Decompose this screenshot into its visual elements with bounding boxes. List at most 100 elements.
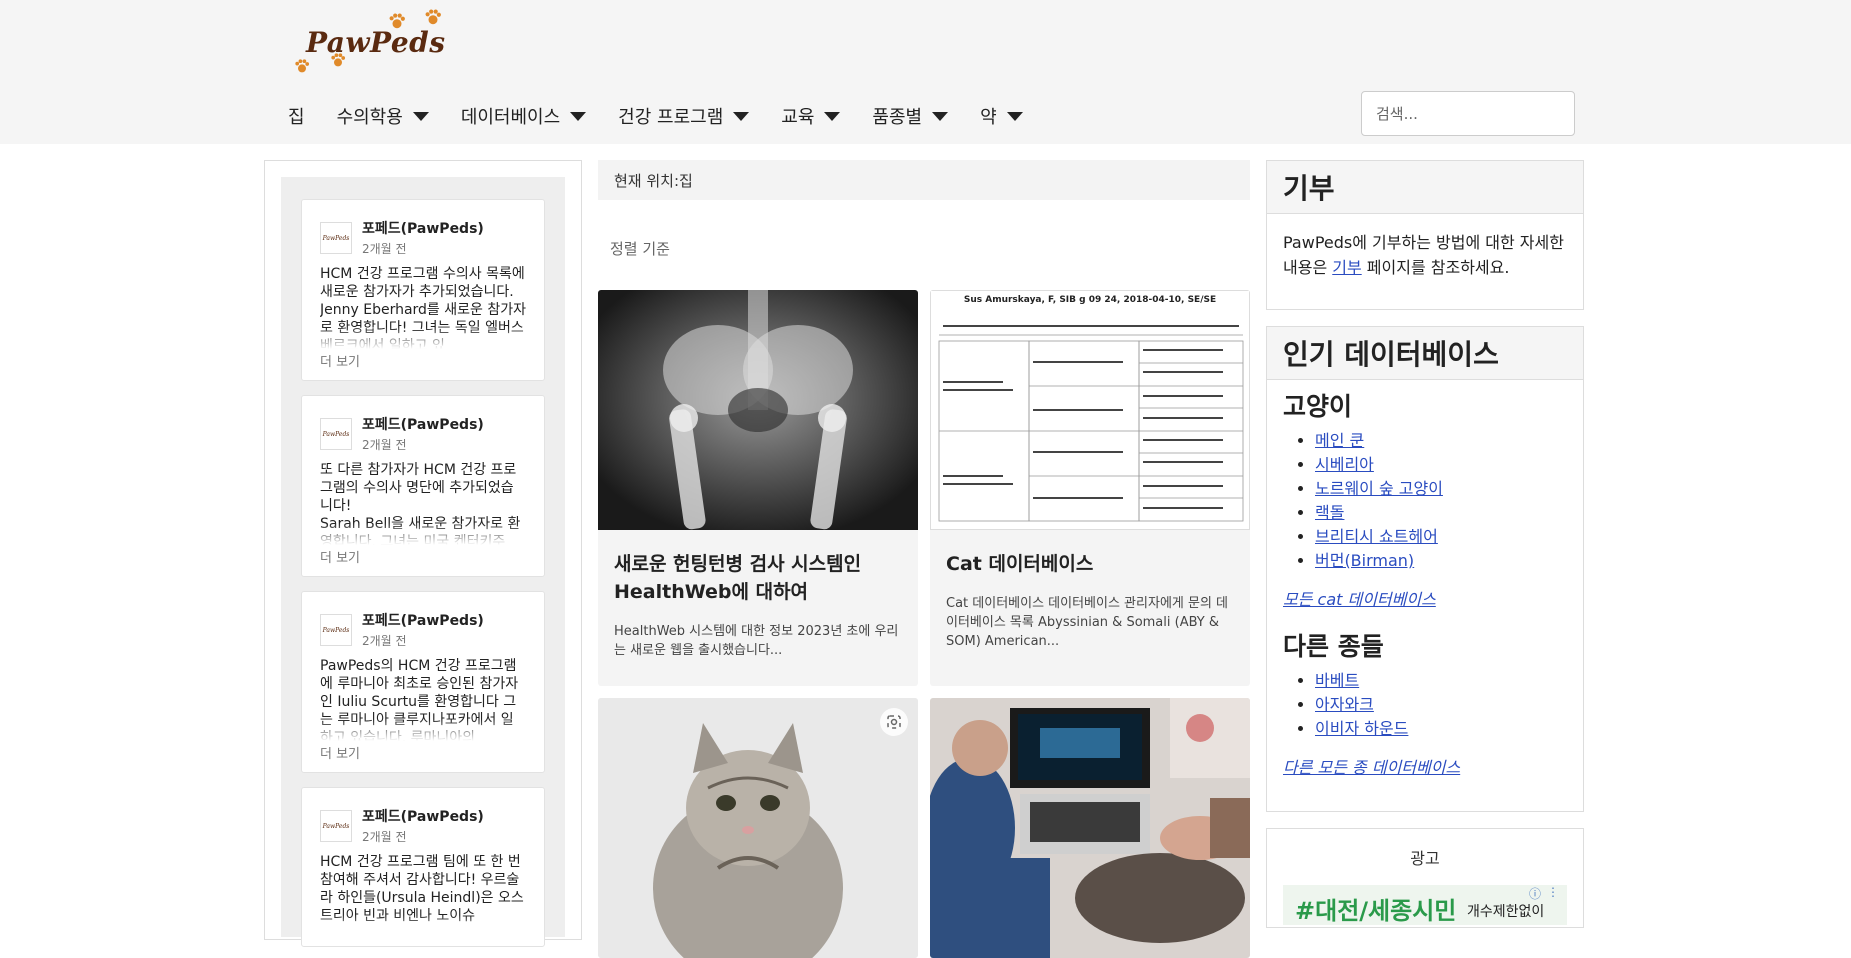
db-link-ibizan-hound[interactable]: 이비자 하운드 xyxy=(1315,719,1408,738)
post-header: PawPeds 포페드(PawPeds) 2개월 전 xyxy=(320,610,526,649)
db-link-barbet[interactable]: 바베트 xyxy=(1315,671,1359,690)
donate-box: 기부 PawPeds에 기부하는 방법에 대한 자세한 내용은 기부 페이지를 … xyxy=(1266,160,1584,310)
db-link-norwegian-forest[interactable]: 노르웨이 숲 고양이 xyxy=(1315,479,1443,498)
site-header: PawPeds 집 수의학용 데이터베이스 건강 프로그램 교육 품종별 약 xyxy=(0,0,1851,144)
list-item: 바베트 xyxy=(1315,669,1567,693)
post-header: PawPeds 포페드(PawPeds) 2개월 전 xyxy=(320,414,526,453)
breadcrumb: 현재 위치:집 xyxy=(598,160,1250,200)
read-more-link[interactable]: 더 보기 xyxy=(320,547,526,566)
list-item: 시베리아 xyxy=(1315,453,1567,477)
all-cat-databases-link[interactable]: 모든 cat 데이터베이스 xyxy=(1283,587,1567,612)
post-time[interactable]: 2개월 전 xyxy=(362,240,484,257)
ultrasound-illustration xyxy=(930,698,1250,958)
ultrasound-image[interactable] xyxy=(930,698,1250,958)
avatar[interactable]: PawPeds xyxy=(320,810,352,842)
kitten-image[interactable] xyxy=(598,698,918,958)
sort-label[interactable]: 정렬 기준 xyxy=(610,238,670,259)
read-more-link[interactable]: 더 보기 xyxy=(320,351,526,370)
main-nav: 집 수의학용 데이터베이스 건강 프로그램 교육 품종별 약 xyxy=(288,100,1055,132)
donate-title: 기부 xyxy=(1267,161,1583,214)
avatar[interactable]: PawPeds xyxy=(320,614,352,646)
post-author[interactable]: 포페드(PawPeds) xyxy=(362,414,484,434)
nav-item-veterinary[interactable]: 수의학용 xyxy=(337,103,429,129)
post-author[interactable]: 포페드(PawPeds) xyxy=(362,806,484,826)
other-database-list: 바베트 아자와크 이비자 하운드 xyxy=(1283,669,1567,741)
pedigree-table xyxy=(938,325,1244,522)
pedigree-heading: Sus Amurskaya, F, SIB g 09 24, 2018-04-1… xyxy=(963,295,1217,305)
ad-banner-subtext: 개수제한없이 xyxy=(1467,904,1545,920)
ad-box: 광고 #대전/세종시민 개수제한없이 ⓘ ⋮ xyxy=(1266,828,1584,928)
db-link-ragdoll[interactable]: 랙돌 xyxy=(1315,503,1344,522)
list-item: 아자와크 xyxy=(1315,693,1567,717)
nav-item-databases[interactable]: 데이터베이스 xyxy=(461,103,587,129)
feed-post[interactable]: PawPeds 포페드(PawPeds) 2개월 전 HCM 건강 프로그램 수… xyxy=(301,199,545,381)
caret-down-icon xyxy=(570,111,587,121)
post-text: 또 다른 참가자가 HCM 건강 프로그램의 수의사 명단에 추가되었습니다! … xyxy=(320,461,526,545)
kitten-illustration xyxy=(598,698,918,958)
caret-down-icon xyxy=(412,111,429,121)
post-time[interactable]: 2개월 전 xyxy=(362,436,484,453)
article-card[interactable]: 새로운 헌팅턴병 검사 시스템인 HealthWeb에 대하여 HealthWe… xyxy=(598,290,918,686)
post-author[interactable]: 포페드(PawPeds) xyxy=(362,218,484,238)
db-link-birman[interactable]: 버먼(Birman) xyxy=(1315,551,1414,570)
caret-down-icon xyxy=(932,111,949,121)
feed-post[interactable]: PawPeds 포페드(PawPeds) 2개월 전 HCM 건강 프로그램 팀… xyxy=(301,787,545,947)
social-feed-panel: PawPeds 포페드(PawPeds) 2개월 전 HCM 건강 프로그램 수… xyxy=(264,160,582,947)
list-item: 랙돌 xyxy=(1315,501,1567,525)
donate-link[interactable]: 기부 xyxy=(1332,258,1361,277)
db-link-maine-coon[interactable]: 메인 쿤 xyxy=(1315,431,1364,450)
read-more-link[interactable]: 더 보기 xyxy=(320,743,526,762)
cats-heading: 고양이 xyxy=(1283,392,1353,421)
db-link-azawakh[interactable]: 아자와크 xyxy=(1315,695,1374,714)
db-link-siberian[interactable]: 시베리아 xyxy=(1315,455,1374,474)
post-header: PawPeds 포페드(PawPeds) 2개월 전 xyxy=(320,806,526,845)
pedigree-image[interactable]: Sus Amurskaya, F, SIB g 09 24, 2018-04-1… xyxy=(930,290,1250,530)
avatar[interactable]: PawPeds xyxy=(320,222,352,254)
card-title[interactable]: 새로운 헌팅턴병 검사 시스템인 HealthWeb에 대하여 xyxy=(598,530,918,606)
list-item: 이비자 하운드 xyxy=(1315,717,1567,741)
card-title[interactable]: Cat 데이터베이스 xyxy=(930,530,1250,578)
caret-down-icon xyxy=(733,111,750,121)
paw-icon xyxy=(295,59,310,73)
list-item: 메인 쿤 xyxy=(1315,429,1567,453)
search-input[interactable] xyxy=(1361,91,1575,136)
feed-post[interactable]: PawPeds 포페드(PawPeds) 2개월 전 PawPeds의 HCM … xyxy=(301,591,545,773)
list-item: 브리티시 쇼트헤어 xyxy=(1315,525,1567,549)
site-logo[interactable]: PawPeds xyxy=(290,8,450,80)
card-excerpt: Cat 데이터베이스 데이터베이스 관리자에게 문의 데이터베이스 목록 Aby… xyxy=(946,596,1229,649)
post-author[interactable]: 포페드(PawPeds) xyxy=(362,610,484,630)
nav-item-education[interactable]: 교육 xyxy=(781,103,841,129)
article-card[interactable]: Sus Amurskaya, F, SIB g 09 24, 2018-04-1… xyxy=(930,290,1250,686)
popular-databases-box: 인기 데이터베이스 고양이 메인 쿤 시베리아 노르웨이 숲 고양이 랙돌 브리… xyxy=(1266,326,1584,812)
nav-item-home[interactable]: 집 xyxy=(288,103,305,129)
ad-label: 광고 xyxy=(1410,849,1440,868)
ad-info-icon[interactable]: ⓘ xyxy=(1529,885,1541,902)
all-other-databases-link[interactable]: 다른 모든 종 데이터베이스 xyxy=(1283,755,1567,780)
cat-database-list: 메인 쿤 시베리아 노르웨이 숲 고양이 랙돌 브리티시 쇼트헤어 버먼(Bir… xyxy=(1283,429,1567,573)
article-card[interactable] xyxy=(598,698,918,958)
nav-item-medicine[interactable]: 약 xyxy=(980,103,1023,129)
feed-container[interactable]: PawPeds 포페드(PawPeds) 2개월 전 HCM 건강 프로그램 수… xyxy=(281,177,565,947)
article-card[interactable] xyxy=(930,698,1250,958)
post-time[interactable]: 2개월 전 xyxy=(362,828,484,845)
post-text: HCM 건강 프로그램 수의사 목록에 새로운 참가자가 추가되었습니다. Je… xyxy=(320,266,526,349)
list-item: 버먼(Birman) xyxy=(1315,549,1567,573)
card-excerpt: HealthWeb 시스템에 대한 정보 2023년 초에 우리는 새로운 웹을… xyxy=(614,624,899,658)
nav-item-breeds[interactable]: 품종별 xyxy=(872,103,949,129)
feed-post[interactable]: PawPeds 포페드(PawPeds) 2개월 전 또 다른 참가자가 HCM… xyxy=(301,395,545,577)
ad-banner[interactable]: #대전/세종시민 개수제한없이 ⓘ ⋮ xyxy=(1283,885,1567,925)
paw-icon xyxy=(425,9,441,25)
image-search-icon[interactable] xyxy=(880,708,908,736)
ad-menu-icon[interactable]: ⋮ xyxy=(1547,885,1559,899)
other-species-heading: 다른 종들 xyxy=(1283,632,1384,661)
xray-image[interactable] xyxy=(598,290,918,530)
avatar[interactable]: PawPeds xyxy=(320,418,352,450)
db-link-british-shorthair[interactable]: 브리티시 쇼트헤어 xyxy=(1315,527,1438,546)
post-time[interactable]: 2개월 전 xyxy=(362,632,484,649)
logo-text: PawPeds xyxy=(306,26,446,59)
popular-body: 고양이 메인 쿤 시베리아 노르웨이 숲 고양이 랙돌 브리티시 쇼트헤어 버먼… xyxy=(1267,380,1583,818)
donate-text: PawPeds에 기부하는 방법에 대한 자세한 내용은 기부 페이지를 참조하… xyxy=(1283,233,1564,277)
popular-title: 인기 데이터베이스 xyxy=(1267,327,1583,380)
xray-illustration xyxy=(598,290,918,530)
nav-item-health-programs[interactable]: 건강 프로그램 xyxy=(618,103,750,129)
